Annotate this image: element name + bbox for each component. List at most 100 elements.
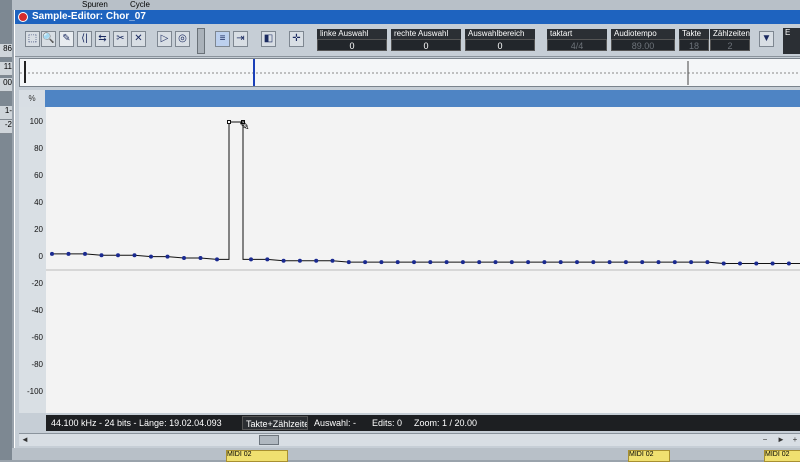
envelope-point[interactable]: [672, 260, 677, 265]
scroll-left-arrow-icon[interactable]: ◄: [19, 434, 31, 446]
envelope-point[interactable]: [215, 257, 219, 262]
envelope-point[interactable]: [705, 260, 710, 265]
bars-field[interactable]: Takte 18: [679, 29, 709, 53]
waveform-overview[interactable]: [19, 58, 800, 87]
project-tab[interactable]: Spuren: [82, 0, 108, 9]
zoom-tool-icon[interactable]: 🔍: [41, 31, 56, 47]
envelope-point[interactable]: [66, 251, 71, 256]
envelope-point[interactable]: [116, 253, 120, 258]
track-number: -2: [0, 120, 12, 134]
filter-icon[interactable]: ▼: [759, 31, 774, 47]
midi-event[interactable]: MIDI 02: [628, 450, 670, 462]
envelope-point[interactable]: [50, 251, 54, 256]
scroll-right-arrow-icon[interactable]: ►: [775, 434, 787, 446]
envelope-point[interactable]: [165, 254, 170, 259]
envelope-point[interactable]: [509, 260, 514, 265]
envelope-point[interactable]: [493, 260, 498, 265]
hitpoint-mode-icon[interactable]: ◧: [261, 31, 276, 47]
envelope-point[interactable]: [591, 260, 596, 265]
envelope-point[interactable]: [198, 256, 203, 260]
envelope-point[interactable]: [623, 260, 628, 265]
envelope-point[interactable]: [314, 258, 319, 263]
envelope-point[interactable]: [738, 261, 742, 266]
play-button[interactable]: ▷: [157, 31, 172, 47]
selection-range-value[interactable]: 0: [465, 39, 535, 51]
envelope-point[interactable]: [444, 260, 449, 265]
envelope-point[interactable]: [132, 253, 137, 258]
extra-panel[interactable]: E: [783, 28, 800, 54]
envelope-point[interactable]: [249, 257, 253, 262]
envelope-point[interactable]: [346, 260, 351, 265]
loop-button[interactable]: ◎: [175, 31, 190, 47]
scroll-thumb[interactable]: [259, 435, 279, 445]
autoscroll-icon[interactable]: ⇥: [233, 31, 248, 47]
envelope-point[interactable]: [542, 260, 547, 265]
range-select-tool-icon[interactable]: ⬚: [25, 31, 40, 47]
zoom-in-icon[interactable]: +: [789, 434, 800, 446]
spike-handle[interactable]: [227, 120, 231, 124]
track-number: 11: [0, 62, 12, 76]
envelope-point[interactable]: [786, 261, 791, 266]
envelope-point[interactable]: [770, 261, 775, 266]
envelope-point[interactable]: [182, 256, 186, 260]
envelope-point[interactable]: [575, 260, 579, 265]
signature-value[interactable]: 4/4: [547, 39, 607, 51]
envelope-point[interactable]: [297, 258, 302, 263]
selection-range-field[interactable]: Auswahlbereich 0: [465, 29, 535, 53]
envelope-point[interactable]: [265, 257, 270, 262]
envelope-svg[interactable]: ✎: [46, 107, 800, 413]
envelope-point[interactable]: [460, 260, 465, 265]
pencil-tool-icon[interactable]: ✎: [59, 31, 74, 47]
window-title: Sample-Editor: Chor_07: [32, 11, 146, 22]
app-icon: [18, 12, 28, 22]
overview-start-marker: [24, 61, 26, 83]
midi-event[interactable]: MIDI 02: [226, 450, 288, 462]
envelope-point[interactable]: [395, 260, 400, 265]
envelope-point[interactable]: [689, 260, 694, 265]
bars-value[interactable]: 18: [679, 39, 709, 51]
audio-tempo-field[interactable]: Audiotempo 89.00: [611, 29, 675, 53]
envelope-point[interactable]: [99, 253, 104, 258]
beats-value[interactable]: 2: [710, 39, 750, 51]
envelope-point[interactable]: [721, 261, 726, 266]
left-selection-value[interactable]: 0: [317, 39, 387, 51]
envelope-point[interactable]: [477, 260, 482, 265]
mute-tool-icon[interactable]: ✕: [131, 31, 146, 47]
envelope-point[interactable]: [526, 260, 531, 265]
ruler-unit-label: %: [19, 90, 45, 107]
snap-icon[interactable]: ≡: [215, 31, 230, 47]
timeline-header[interactable]: [45, 90, 800, 107]
envelope-point[interactable]: [281, 258, 286, 263]
envelope-point[interactable]: [558, 260, 563, 265]
envelope-point[interactable]: [656, 260, 661, 265]
title-bar[interactable]: Sample-Editor: Chor_07: [15, 10, 800, 24]
envelope-point[interactable]: [754, 261, 759, 266]
signature-field[interactable]: taktart 4/4: [547, 29, 607, 53]
hitpoint-tool-icon[interactable]: ⟨|: [77, 31, 92, 47]
zoom-out-icon[interactable]: −: [759, 434, 771, 446]
project-tab[interactable]: Cycle: [130, 0, 150, 9]
envelope-plot[interactable]: ✎: [46, 107, 800, 413]
sample-editor-window: Sample-Editor: Chor_07 ⬚ 🔍 ✎ ⟨| ⇆ ✂ ✕ ▷ …: [14, 10, 800, 448]
scissors-tool-icon[interactable]: ✂: [113, 31, 128, 47]
envelope-point[interactable]: [412, 260, 416, 265]
volume-slider[interactable]: [197, 28, 205, 54]
envelope-point[interactable]: [640, 260, 645, 265]
envelope-point[interactable]: [607, 260, 612, 265]
envelope-point[interactable]: [149, 254, 153, 259]
crosshair-icon[interactable]: ✛: [289, 31, 304, 47]
envelope-point[interactable]: [379, 260, 384, 265]
envelope-point[interactable]: [330, 258, 335, 263]
audio-tempo-value[interactable]: 89.00: [611, 39, 675, 51]
envelope-point[interactable]: [83, 251, 87, 256]
warp-tool-icon[interactable]: ⇆: [95, 31, 110, 47]
midi-event[interactable]: MIDI 02: [764, 450, 800, 462]
envelope-point[interactable]: [363, 260, 368, 265]
status-display-mode[interactable]: Takte+Zählzeiten: [242, 416, 308, 430]
right-selection-field[interactable]: rechte Auswahl 0: [391, 29, 461, 53]
beats-field[interactable]: Zählzeiten 2: [710, 29, 750, 53]
left-selection-field[interactable]: linke Auswahl 0: [317, 29, 387, 53]
envelope-point[interactable]: [428, 260, 433, 265]
horizontal-scrollbar[interactable]: ◄ − ► +: [19, 433, 800, 446]
right-selection-value[interactable]: 0: [391, 39, 461, 51]
